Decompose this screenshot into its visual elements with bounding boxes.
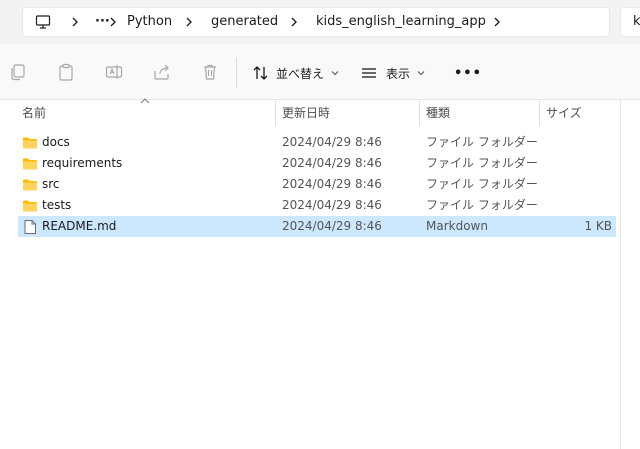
column-header-name[interactable]: 名前 (22, 100, 46, 127)
sort-ascending-icon (140, 98, 150, 104)
sort-button[interactable]: 並べ替え (252, 58, 340, 88)
more-options-button[interactable]: ••• (454, 58, 482, 88)
file-date: 2024/04/29 8:46 (282, 135, 382, 149)
file-row-src[interactable]: src 2024/04/29 8:46 ファイル フォルダー (18, 174, 616, 195)
file-date: 2024/04/29 8:46 (282, 219, 382, 233)
chevron-right-icon[interactable] (491, 16, 503, 28)
file-type: ファイル フォルダー (426, 156, 538, 170)
column-divider[interactable] (275, 101, 276, 126)
file-type: ファイル フォルダー (426, 198, 538, 212)
column-header-type[interactable]: 種類 (426, 100, 450, 127)
computer-icon[interactable] (35, 14, 51, 30)
sort-label: 並べ替え (276, 66, 325, 81)
chevron-right-icon[interactable] (69, 16, 81, 28)
view-button[interactable]: 表示 (360, 58, 426, 88)
column-divider[interactable] (419, 101, 420, 126)
file-row-docs[interactable]: docs 2024/04/29 8:46 ファイル フォルダー (18, 132, 616, 153)
file-size: 1 KB (584, 219, 612, 233)
file-row-tests[interactable]: tests 2024/04/29 8:46 ファイル フォルダー (18, 195, 616, 216)
chevron-right-icon[interactable] (107, 16, 119, 28)
command-bar: 並べ替え 表示 ••• (0, 44, 640, 100)
toolbar-divider (236, 58, 237, 88)
file-row-readme[interactable]: README.md 2024/04/29 8:46 Markdown 1 KB (18, 216, 616, 237)
more-icon: ••• (454, 65, 482, 81)
file-name: src (42, 177, 60, 191)
file-icon (24, 220, 36, 234)
rename-icon[interactable] (104, 62, 124, 82)
file-row-requirements[interactable]: requirements 2024/04/29 8:46 ファイル フォルダー (18, 153, 616, 174)
folder-icon (23, 179, 37, 191)
file-type: ファイル フォルダー (426, 177, 538, 191)
chevron-down-icon (331, 71, 339, 76)
column-header-row: 名前 更新日時 種類 サイズ (0, 98, 620, 127)
copy-icon[interactable] (8, 62, 28, 82)
sort-icon (253, 66, 268, 80)
folder-icon (23, 137, 37, 149)
file-date: 2024/04/29 8:46 (282, 156, 382, 170)
file-type: ファイル フォルダー (426, 135, 538, 149)
search-box[interactable]: k (620, 7, 640, 37)
address-bar[interactable]: ··· Python generated kids_english_learni… (22, 7, 610, 37)
column-header-date[interactable]: 更新日時 (282, 100, 330, 127)
file-date: 2024/04/29 8:46 (282, 177, 382, 191)
file-name: requirements (42, 156, 123, 170)
breadcrumb-python[interactable]: Python (127, 8, 172, 36)
column-divider[interactable] (539, 101, 540, 126)
address-bar-row: ··· Python generated kids_english_learni… (0, 0, 640, 44)
file-name: docs (42, 135, 70, 149)
file-name: tests (42, 198, 72, 212)
folder-icon (23, 158, 37, 170)
chevron-right-icon[interactable] (288, 16, 300, 28)
view-label: 表示 (386, 66, 411, 81)
trash-icon[interactable] (200, 62, 220, 82)
breadcrumb-current-folder[interactable]: kids_english_learning_app (316, 8, 486, 36)
chevron-right-icon[interactable] (183, 16, 195, 28)
pane-divider (620, 100, 621, 449)
file-date: 2024/04/29 8:46 (282, 198, 382, 212)
paste-icon[interactable] (56, 62, 76, 82)
column-header-size[interactable]: サイズ (546, 100, 582, 127)
folder-icon (23, 200, 37, 212)
chevron-down-icon (417, 71, 425, 76)
search-text: k (633, 14, 640, 29)
breadcrumb-generated[interactable]: generated (211, 8, 278, 36)
view-list-icon (362, 68, 376, 78)
file-type: Markdown (426, 219, 488, 233)
share-icon[interactable] (152, 62, 172, 82)
file-name: README.md (42, 219, 117, 233)
